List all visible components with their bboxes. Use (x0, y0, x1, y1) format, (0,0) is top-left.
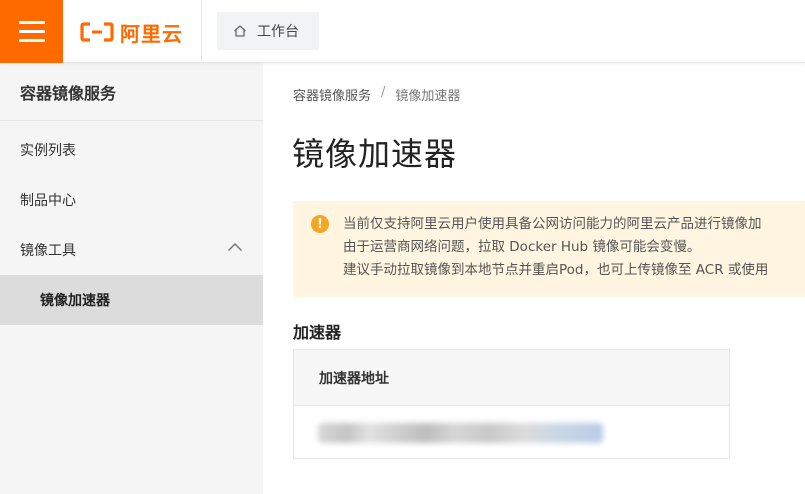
menu-line (18, 30, 45, 33)
table-header-accelerator-address: 加速器地址 (294, 350, 729, 406)
notice-line: 当前仅支持阿里云用户使用具备公网访问能力的阿里云产品进行镜像加 (343, 216, 762, 232)
page-title: 镜像加速器 (292, 135, 458, 173)
logo-text: 阿里云 (120, 21, 183, 46)
accelerator-table: 加速器地址 (293, 349, 730, 459)
sidebar-item-label: 实例列表 (20, 143, 76, 159)
section-title-accelerator: 加速器 (293, 323, 342, 342)
workbench-button[interactable]: 工作台 (217, 12, 319, 50)
sidebar-item-image-tools[interactable]: 镜像工具 (0, 225, 263, 275)
notice-line: 由于运营商网络问题，拉取 Docker Hub 镜像可能会变慢。 (343, 239, 701, 255)
sidebar: 容器镜像服务 实例列表 制品中心 镜像工具 镜像加速器 (0, 63, 263, 494)
breadcrumb-link-root[interactable]: 容器镜像服务 (293, 85, 371, 104)
aliyun-logo[interactable]: 阿里云 (80, 16, 183, 48)
hamburger-menu-button[interactable] (0, 0, 63, 63)
sidebar-item-label: 制品中心 (20, 193, 76, 209)
sidebar-item-label: 镜像工具 (20, 243, 76, 259)
warning-icon: ! (311, 215, 329, 233)
sidebar-item-instances[interactable]: 实例列表 (0, 125, 263, 175)
workbench-label: 工作台 (257, 24, 299, 40)
menu-line (18, 39, 45, 42)
main-content: 容器镜像服务 / 镜像加速器 镜像加速器 ! 当前仅支持阿里云用户使用具备公网访… (263, 63, 805, 494)
table-row (294, 406, 729, 459)
accelerator-address-value-redacted[interactable] (318, 422, 603, 443)
sidebar-title: 容器镜像服务 (0, 63, 263, 121)
sidebar-subitem-image-accelerator[interactable]: 镜像加速器 (0, 275, 263, 325)
warning-notice: ! 当前仅支持阿里云用户使用具备公网访问能力的阿里云产品进行镜像加 由于运营商网… (293, 201, 805, 297)
home-icon (234, 25, 246, 37)
notice-line: 建议手动拉取镜像到本地节点并重启Pod，也可上传镜像至 ACR 或使用 (343, 262, 769, 278)
breadcrumb: 容器镜像服务 / 镜像加速器 (293, 85, 460, 104)
topbar-divider (201, 0, 202, 63)
sidebar-item-artifact-center[interactable]: 制品中心 (0, 175, 263, 225)
menu-line (18, 21, 45, 24)
aliyun-logo-icon (80, 22, 114, 42)
breadcrumb-current: 镜像加速器 (395, 89, 461, 104)
sidebar-subitem-label: 镜像加速器 (40, 293, 110, 309)
breadcrumb-separator: / (381, 85, 386, 100)
chevron-up-icon (227, 242, 243, 252)
top-navbar: 阿里云 工作台 (0, 0, 805, 63)
